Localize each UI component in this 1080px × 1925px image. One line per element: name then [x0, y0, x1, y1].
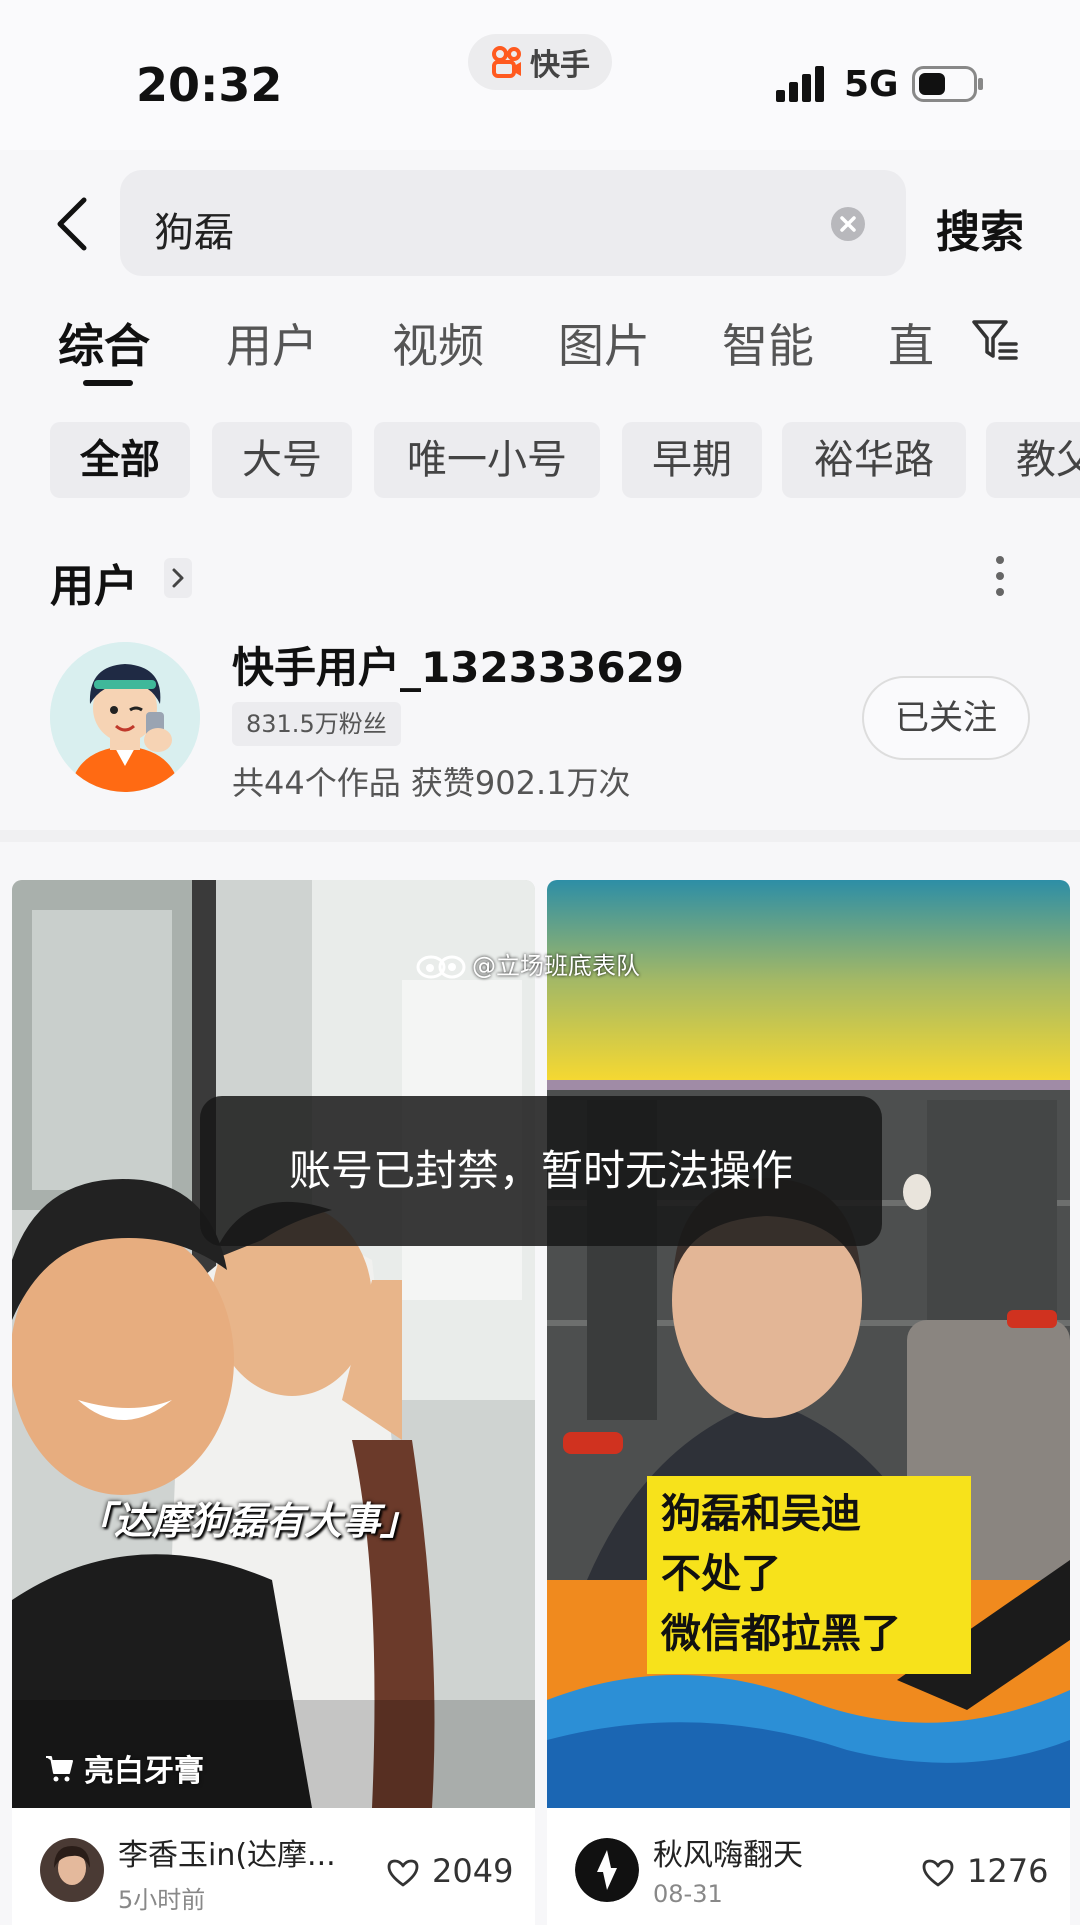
filter-icon[interactable]	[970, 314, 1020, 364]
tab-smart[interactable]: 智能	[722, 310, 814, 376]
author-avatar[interactable]	[40, 1838, 104, 1902]
filter-chips: 全部 大号 唯一小号 早期 裕华路 教父	[0, 422, 1080, 498]
like-count: 1276	[967, 1852, 1049, 1890]
chip-yuhua-road[interactable]: 裕华路	[782, 422, 966, 498]
product-tag[interactable]: 亮白牙膏	[44, 1746, 204, 1790]
video-meta: 李香玉in(达摩... 5小时前 2049	[12, 1808, 535, 1925]
author-avatar[interactable]	[575, 1838, 639, 1902]
kuaishou-logo-icon	[492, 46, 521, 78]
app-indicator-pill[interactable]: 快手	[468, 34, 612, 90]
weibo-logo-icon	[416, 955, 466, 978]
chevron-right-icon[interactable]	[164, 558, 192, 598]
tab-users[interactable]: 用户	[226, 310, 318, 376]
account-banned-toast: 账号已封禁，暂时无法操作	[200, 1096, 882, 1246]
watermark-text: @立场班底表队	[472, 952, 640, 980]
author-avatar-image	[40, 1838, 104, 1902]
section-divider	[0, 830, 1080, 842]
fans-count-badge: 831.5万粉丝	[232, 702, 401, 746]
network-type: 5G	[844, 64, 899, 105]
video-card[interactable]: 「达摩狗磊有大事」 亮白牙膏 李香玉in(达摩... 5小时前 2049	[12, 880, 535, 1925]
search-query-text: 狗磊	[154, 210, 234, 256]
post-time: 08-31	[653, 1880, 723, 1908]
author-name[interactable]: 秋风嗨翻天	[653, 1830, 903, 1874]
result-tabs: 综合 用户 视频 图片 智能 直	[0, 310, 1080, 390]
section-title[interactable]: 用户	[50, 550, 138, 614]
cellular-signal-icon	[776, 66, 824, 102]
weibo-watermark: @立场班底表队	[416, 946, 640, 981]
caption-line: 不处了	[661, 1551, 781, 1597]
cartoon-avatar-image	[50, 642, 200, 792]
video-caption: 「达摩狗磊有大事」	[76, 1499, 419, 1543]
username[interactable]: 快手用户_132333629	[232, 634, 684, 695]
tab-comprehensive[interactable]: 综合	[58, 310, 150, 376]
chip-main-account[interactable]: 大号	[212, 422, 352, 498]
user-avatar[interactable]	[50, 642, 200, 792]
video-card[interactable]: 狗磊和吴迪 不处了 微信都拉黑了 秋风嗨翻天 08-31 1276	[547, 880, 1070, 1925]
heart-icon[interactable]	[921, 1858, 955, 1888]
works-likes-summary: 共44个作品 获赞902.1万次	[232, 764, 631, 802]
back-arrow-icon[interactable]	[50, 196, 94, 252]
shopping-cart-icon	[46, 1756, 73, 1782]
app-name: 快手	[530, 48, 590, 83]
followed-button[interactable]: 已关注	[862, 676, 1030, 760]
author-name[interactable]: 李香玉in(达摩...	[118, 1830, 368, 1874]
search-button[interactable]: 搜索	[936, 196, 1024, 260]
heart-icon[interactable]	[386, 1858, 420, 1888]
chip-only-alt-account[interactable]: 唯一小号	[374, 422, 600, 498]
chip-godfather[interactable]: 教父	[986, 422, 1080, 498]
chip-all[interactable]: 全部	[50, 422, 190, 498]
like-count: 2049	[432, 1852, 514, 1890]
status-time: 20:32	[136, 58, 283, 112]
post-time: 5小时前	[118, 1886, 206, 1914]
caption-line: 狗磊和吴迪	[661, 1491, 861, 1537]
clear-icon[interactable]	[830, 206, 866, 242]
more-options-icon[interactable]	[990, 552, 1010, 600]
video-thumbnail[interactable]: 狗磊和吴迪 不处了 微信都拉黑了	[547, 880, 1070, 1808]
tab-images[interactable]: 图片	[558, 310, 650, 376]
tab-live[interactable]: 直	[888, 310, 934, 376]
tab-videos[interactable]: 视频	[392, 310, 484, 376]
video-caption-box: 狗磊和吴迪 不处了 微信都拉黑了	[647, 1476, 971, 1674]
video-meta: 秋风嗨翻天 08-31 1276	[547, 1808, 1070, 1925]
product-tag-label: 亮白牙膏	[84, 1754, 204, 1789]
active-tab-indicator	[83, 380, 133, 386]
video-thumbnail[interactable]: 「达摩狗磊有大事」 亮白牙膏	[12, 880, 535, 1808]
battery-icon	[912, 66, 983, 102]
chip-early[interactable]: 早期	[622, 422, 762, 498]
search-input[interactable]: 狗磊	[120, 170, 906, 276]
status-bar: 20:32 快手 5G	[0, 0, 1080, 150]
video-thumbnail-image	[12, 880, 535, 1808]
user-result-section: 用户 快手用户_132333629 831.5万粉丝 共44个作品 获赞902.…	[0, 530, 1080, 830]
author-avatar-image	[575, 1838, 639, 1902]
caption-line: 微信都拉黑了	[661, 1611, 901, 1657]
